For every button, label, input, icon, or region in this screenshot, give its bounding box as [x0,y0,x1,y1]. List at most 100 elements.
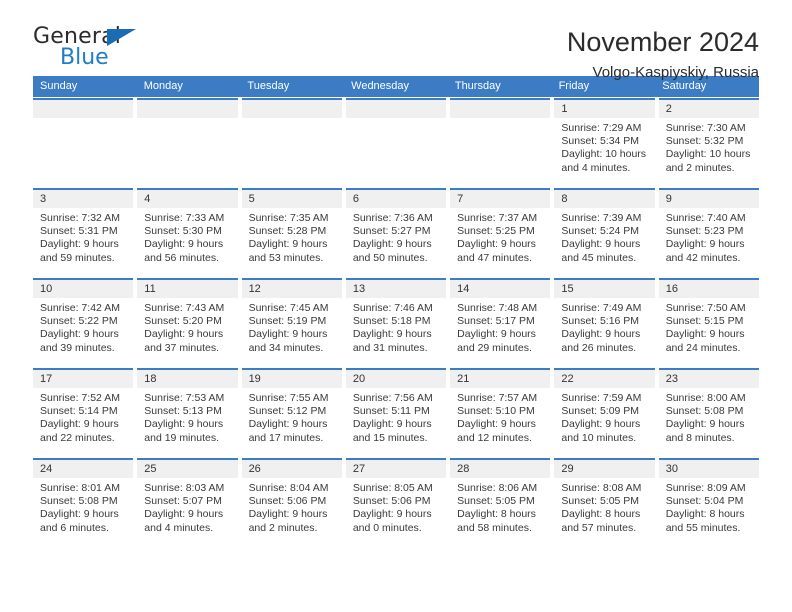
day-number: 15 [554,280,655,298]
day-details: Sunrise: 8:01 AM Sunset: 5:08 PM Daylight:… [33,478,133,535]
page-header: General Blue November 2024 Volgo-Kaspiys… [33,0,759,82]
day-detail-line: Daylight: 9 hours [352,238,432,251]
calendar-day-cell[interactable]: 6 Sunrise: 7:36 AM Sunset: 5:27 PM Daylight… [345,188,447,277]
calendar-day-cell[interactable]: 4 Sunrise: 7:33 AM Sunset: 5:30 PM Daylight… [137,188,238,277]
calendar-day-cell[interactable]: 19 Sunrise: 7:55 AM Sunset: 5:12 PM Dayligh… [241,368,342,457]
calendar-day-cell[interactable]: 5 Sunrise: 7:35 AM Sunset: 5:28 PM Daylight… [241,188,342,277]
calendar-day-cell[interactable]: 27 Sunrise: 8:05 AM Sunset: 5:06 PM Dayligh… [345,458,447,547]
day-detail-line: Daylight: 9 hours [561,238,641,251]
day-detail-line: Sunset: 5:24 PM [561,225,640,238]
day-detail-line: Sunrise: 7:40 AM [665,212,746,224]
day-detail-line: Daylight: 9 hours [144,238,224,251]
calendar-day-cell[interactable]: 10 Sunrise: 7:42 AM Sunset: 5:22 PM Dayligh… [33,278,134,367]
day-detail-line: Daylight: 9 hours [352,508,432,521]
calendar-day-cell[interactable]: 29 Sunrise: 8:08 AM Sunset: 5:05 PM Dayligh… [554,458,655,547]
weekday-header-row: Sunday Monday Tuesday Wednesday Thursday Frid… [33,76,759,97]
day-details [137,118,237,122]
calendar-day-cell[interactable]: 13 Sunrise: 7:46 AM Sunset: 5:18 PM Dayligh… [345,278,447,367]
day-detail-line: Daylight: 9 hours [561,418,641,431]
calendar-day-cell[interactable]: 17 Sunrise: 7:52 AM Sunset: 5:14 PM Dayligh… [33,368,134,457]
day-detail-line: and 57 minutes. [561,521,637,534]
calendar-day-cell[interactable]: 22 Sunrise: 7:59 AM Sunset: 5:09 PM Dayligh… [554,368,655,457]
day-number [450,100,551,118]
day-detail-line: and 55 minutes. [665,521,741,534]
day-details: Sunrise: 7:55 AM Sunset: 5:12 PM Daylight:… [242,388,342,445]
calendar-day-cell[interactable]: 26 Sunrise: 8:04 AM Sunset: 5:06 PM Dayligh… [241,458,342,547]
calendar-day-cell[interactable]: 2 Sunrise: 7:30 AM Sunset: 5:32 PM Daylight… [658,98,759,187]
day-detail-line: Sunrise: 8:06 AM [457,482,538,494]
calendar-day-cell[interactable]: 20 Sunrise: 7:56 AM Sunset: 5:11 PM Dayligh… [345,368,447,457]
day-detail-line: and 22 minutes. [40,431,115,444]
day-number: 1 [554,100,655,118]
day-details: Sunrise: 7:50 AM Sunset: 5:15 PM Daylight:… [659,298,759,355]
calendar-day-cell[interactable]: 12 Sunrise: 7:45 AM Sunset: 5:19 PM Dayligh… [241,278,342,367]
calendar-day-cell[interactable]: 8 Sunrise: 7:39 AM Sunset: 5:24 PM Daylight… [554,188,655,277]
calendar-day-cell[interactable]: 24 Sunrise: 8:01 AM Sunset: 5:08 PM Dayligh… [33,458,134,547]
day-detail-line: Sunset: 5:14 PM [40,405,118,418]
day-number: 17 [33,370,134,388]
day-detail-line: Sunset: 5:30 PM [144,225,222,238]
day-detail-line: Sunrise: 7:45 AM [248,302,329,314]
day-details: Sunrise: 7:52 AM Sunset: 5:14 PM Daylight:… [33,388,133,445]
calendar-day-cell[interactable]: 30 Sunrise: 8:09 AM Sunset: 5:04 PM Dayligh… [658,458,759,547]
day-detail-line: and 10 minutes. [561,431,637,444]
day-detail-line: Sunrise: 8:05 AM [352,482,433,494]
day-number [241,100,342,118]
day-detail-line: Sunrise: 7:32 AM [40,212,120,224]
day-details: Sunrise: 7:30 AM Sunset: 5:32 PM Daylight:… [659,118,759,175]
calendar-day-cell[interactable]: 25 Sunrise: 8:03 AM Sunset: 5:07 PM Dayligh… [137,458,238,547]
day-detail-line: Sunrise: 7:36 AM [352,212,433,224]
calendar-day-cell[interactable]: 21 Sunrise: 7:57 AM Sunset: 5:10 PM Dayligh… [450,368,551,457]
day-detail-line: and 2 minutes. [248,521,318,534]
day-details [450,118,550,122]
day-detail-line: and 58 minutes. [457,521,532,534]
day-detail-line: Sunrise: 7:33 AM [144,212,225,224]
day-details [346,118,446,122]
calendar-day-cell[interactable]: 28 Sunrise: 8:06 AM Sunset: 5:05 PM Dayligh… [450,458,551,547]
day-detail-line: Daylight: 9 hours [352,328,432,341]
day-detail-line: and 42 minutes. [665,251,741,264]
calendar-day-cell[interactable]: 23 Sunrise: 8:00 AM Sunset: 5:08 PM Dayligh… [658,368,759,457]
day-detail-line: Sunset: 5:16 PM [561,315,640,328]
calendar-day-cell[interactable]: 9 Sunrise: 7:40 AM Sunset: 5:23 PM Daylight… [658,188,759,277]
day-number: 4 [137,190,238,208]
calendar-day-cell[interactable]: 15 Sunrise: 7:49 AM Sunset: 5:16 PM Dayligh… [554,278,655,367]
day-detail-line: Sunset: 5:06 PM [248,495,327,508]
day-detail-line: Sunset: 5:12 PM [248,405,327,418]
day-detail-line: and 0 minutes. [352,521,422,534]
day-number: 5 [241,190,342,208]
calendar-day-cell[interactable]: 16 Sunrise: 7:50 AM Sunset: 5:15 PM Dayligh… [658,278,759,367]
calendar-day-cell[interactable]: 11 Sunrise: 7:43 AM Sunset: 5:20 PM Dayligh… [137,278,238,367]
day-detail-line: Sunset: 5:20 PM [144,315,222,328]
logo-triangle-icon [107,29,136,46]
calendar-day-cell[interactable]: 1 Sunrise: 7:29 AM Sunset: 5:34 PM Daylight… [554,98,655,187]
day-number: 19 [241,370,342,388]
day-detail-line: and 4 minutes. [561,161,631,174]
day-detail-line: and 39 minutes. [40,341,115,354]
day-number: 7 [450,190,551,208]
day-number: 10 [33,280,134,298]
day-detail-line: Sunset: 5:15 PM [665,315,744,328]
day-number: 23 [658,370,759,388]
day-detail-line: and 47 minutes. [457,251,532,264]
day-detail-line: Sunset: 5:13 PM [144,405,222,418]
day-details [242,118,342,122]
day-detail-line: Sunset: 5:07 PM [144,495,222,508]
day-detail-line: Sunrise: 7:53 AM [144,392,225,404]
day-number: 18 [137,370,238,388]
day-number: 21 [450,370,551,388]
weekday-header-friday: Friday [558,80,590,92]
general-blue-logo[interactable]: General Blue [33,26,153,74]
calendar-day-cell[interactable]: 7 Sunrise: 7:37 AM Sunset: 5:25 PM Daylight… [450,188,551,277]
day-detail-line: and 29 minutes. [457,341,532,354]
day-number [33,100,134,118]
day-detail-line: Sunrise: 7:35 AM [248,212,329,224]
calendar-day-cell[interactable]: 14 Sunrise: 7:48 AM Sunset: 5:17 PM Dayligh… [450,278,551,367]
calendar-week-row: 24 Sunrise: 8:01 AM Sunset: 5:08 PM Dayligh… [33,458,759,547]
day-number: 28 [450,460,551,478]
calendar-day-cell[interactable]: 18 Sunrise: 7:53 AM Sunset: 5:13 PM Dayligh… [137,368,238,457]
calendar-day-cell[interactable]: 3 Sunrise: 7:32 AM Sunset: 5:31 PM Daylight… [33,188,134,277]
day-details: Sunrise: 7:32 AM Sunset: 5:31 PM Daylight:… [33,208,133,265]
day-details: Sunrise: 7:33 AM Sunset: 5:30 PM Daylight:… [137,208,237,265]
day-details: Sunrise: 7:29 AM Sunset: 5:34 PM Daylight:… [554,118,654,175]
